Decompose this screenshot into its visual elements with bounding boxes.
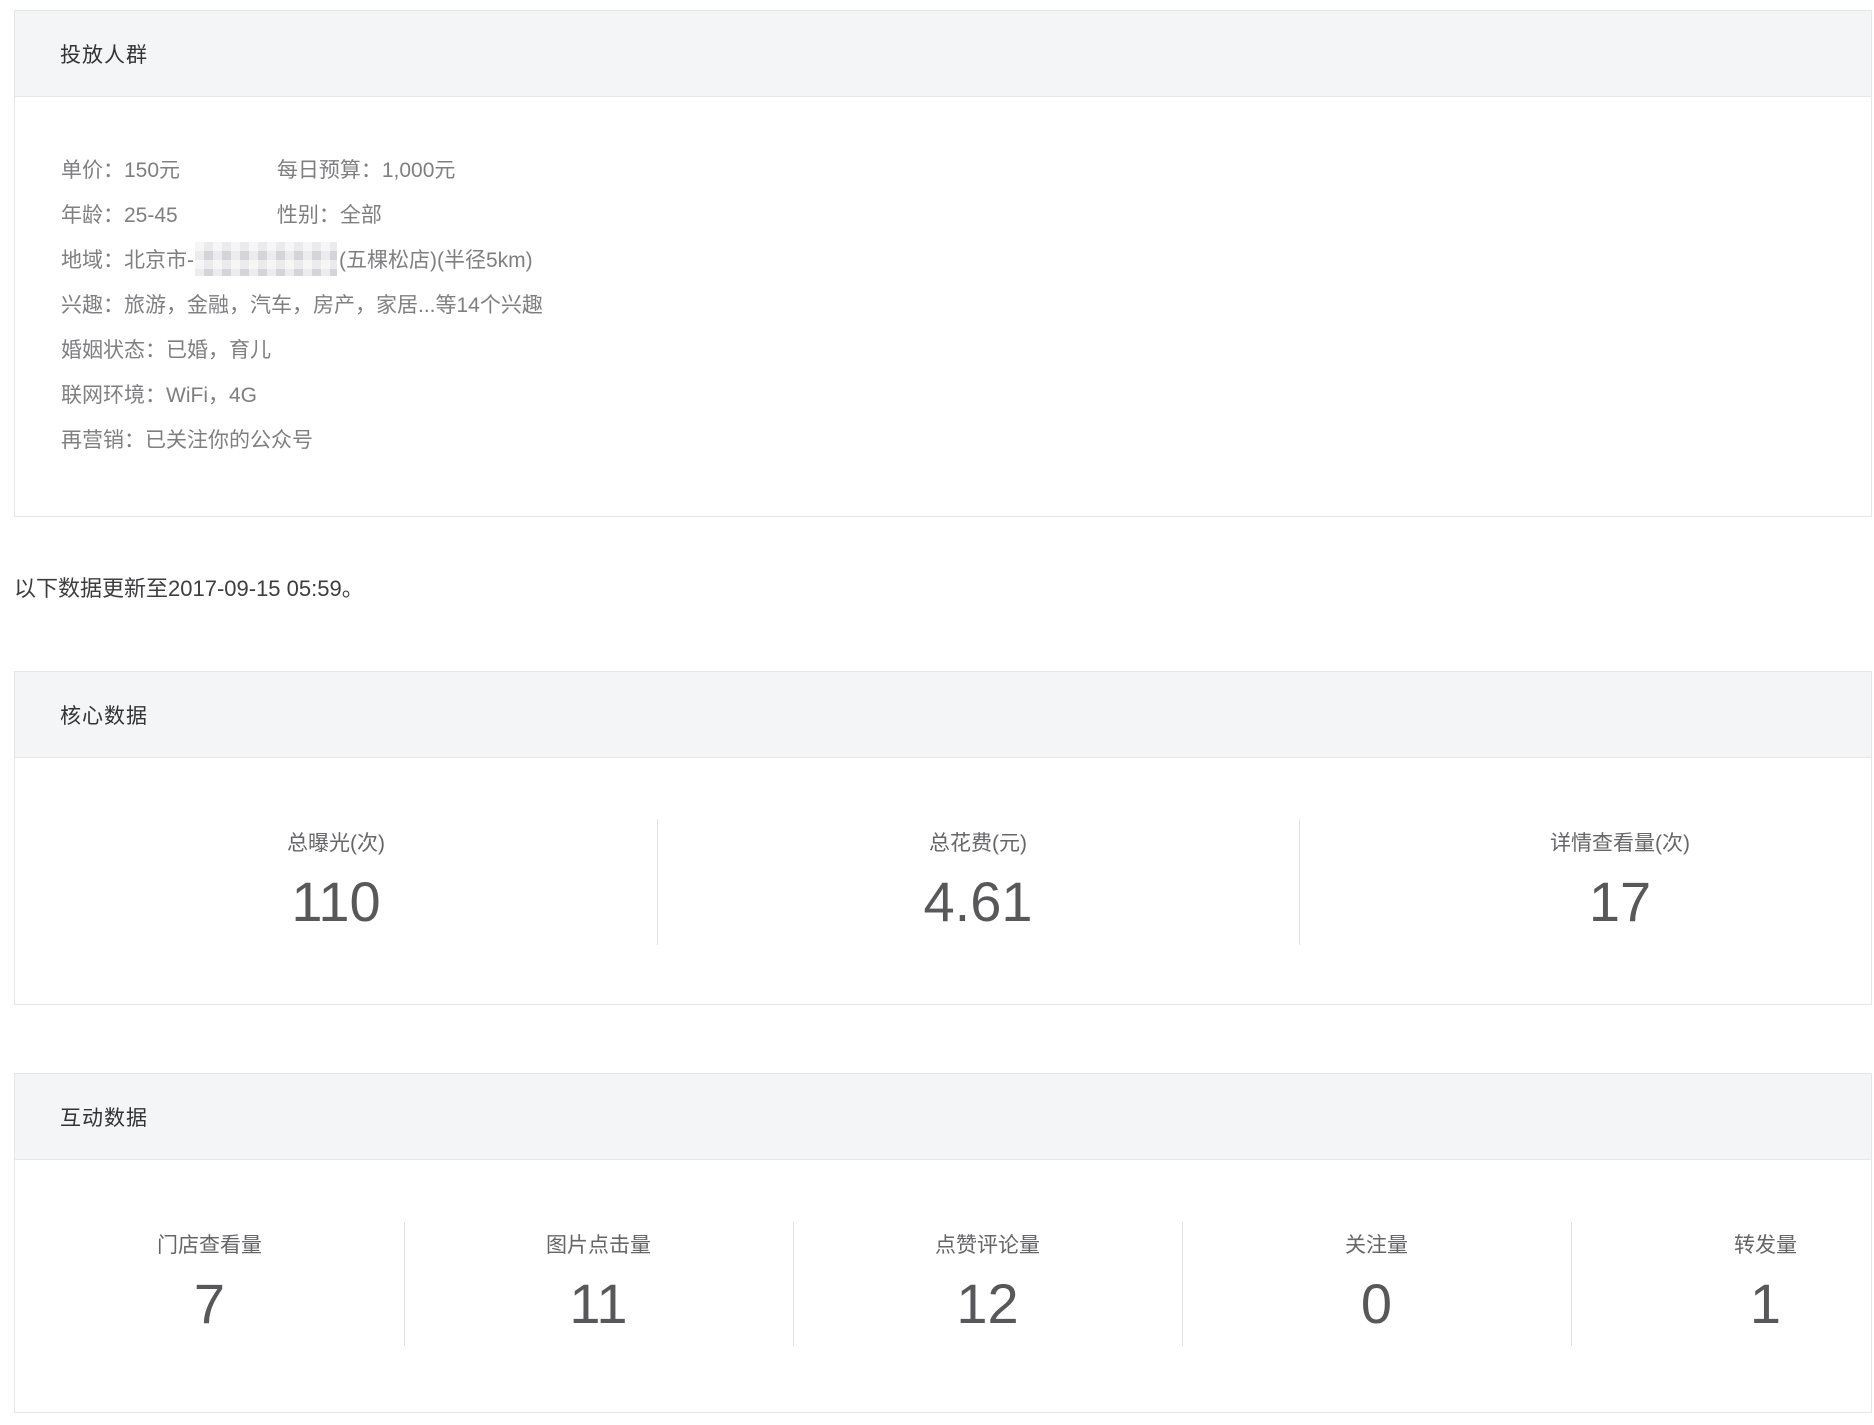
data-update-notice: 以下数据更新至2017-09-15 05:59。 — [14, 576, 364, 601]
audience-gender: 性别：全部 — [276, 204, 382, 227]
metric-value: 110 — [291, 870, 381, 933]
metric-detail-views: 详情查看量(次) 17 — [1299, 758, 1871, 933]
metric-label: 图片点击量 — [546, 1234, 651, 1257]
interaction-data-panel: 互动数据 门店查看量 7 图片点击量 11 点赞评论量 12 关注量 0 转发量… — [14, 1073, 1872, 1413]
metric-value: 1 — [1749, 1272, 1782, 1335]
audience-panel-header: 投放人群 — [15, 11, 1871, 97]
metric-value: 0 — [1360, 1272, 1393, 1335]
metric-label: 关注量 — [1345, 1234, 1408, 1257]
core-data-panel-body: 总曝光(次) 110 总花费(元) 4.61 详情查看量(次) 17 — [15, 758, 1871, 933]
metric-shares: 转发量 1 — [1571, 1160, 1871, 1335]
metric-store-views: 门店查看量 7 — [15, 1160, 404, 1335]
interaction-data-panel-title: 互动数据 — [60, 1106, 148, 1130]
audience-network-env: 联网环境：WiFi，4G — [61, 384, 257, 407]
vertical-divider — [793, 1222, 794, 1346]
censored-mosaic-block — [195, 242, 337, 276]
metric-image-clicks: 图片点击量 11 — [404, 1160, 793, 1335]
audience-daily-budget: 每日预算：1,000元 — [276, 159, 456, 182]
audience-interests: 兴趣：旅游，金融，汽车，房产，家居...等14个兴趣 — [61, 294, 543, 317]
core-data-panel-title: 核心数据 — [60, 704, 148, 728]
metric-label: 转发量 — [1734, 1234, 1797, 1257]
vertical-divider — [657, 819, 658, 945]
metric-follows: 关注量 0 — [1182, 1160, 1571, 1335]
core-data-panel-header: 核心数据 — [15, 672, 1871, 758]
audience-remarketing: 再营销：已关注你的公众号 — [61, 429, 313, 452]
metric-like-comments: 点赞评论量 12 — [793, 1160, 1182, 1335]
audience-panel-title: 投放人群 — [60, 43, 148, 67]
interaction-data-panel-body: 门店查看量 7 图片点击量 11 点赞评论量 12 关注量 0 转发量 1 — [15, 1160, 1871, 1335]
audience-row-age-gender: 年龄：25-45 性别：全部 — [61, 193, 1871, 238]
metric-total-exposure: 总曝光(次) 110 — [15, 758, 657, 933]
metric-value: 4.61 — [923, 870, 1033, 933]
metric-label: 点赞评论量 — [935, 1234, 1040, 1257]
audience-row-network: 联网环境：WiFi，4G — [61, 373, 1871, 418]
metric-value: 7 — [193, 1272, 226, 1335]
audience-row-marital: 婚姻状态：已婚，育儿 — [61, 328, 1871, 373]
vertical-divider — [404, 1222, 405, 1346]
interaction-metrics-row: 门店查看量 7 图片点击量 11 点赞评论量 12 关注量 0 转发量 1 — [15, 1160, 1871, 1335]
metric-label: 总曝光(次) — [287, 832, 385, 855]
vertical-divider — [1571, 1222, 1572, 1346]
audience-row-region: 地域：北京市- (五棵松店)(半径5km) — [61, 238, 1871, 283]
vertical-divider — [1182, 1222, 1183, 1346]
metric-label: 总花费(元) — [929, 832, 1027, 855]
audience-region-suffix: (五棵松店)(半径5km) — [339, 249, 533, 272]
metric-label: 详情查看量(次) — [1550, 832, 1690, 855]
vertical-divider — [1299, 819, 1300, 945]
audience-panel: 投放人群 单价：150元 每日预算：1,000元 年龄：25-45 性别：全部 … — [14, 10, 1872, 517]
metric-label: 门店查看量 — [157, 1234, 262, 1257]
metric-value: 11 — [569, 1272, 628, 1335]
audience-region-prefix: 地域：北京市- — [61, 249, 194, 272]
metric-total-spend: 总花费(元) 4.61 — [657, 758, 1299, 933]
audience-row-remarketing: 再营销：已关注你的公众号 — [61, 418, 1871, 463]
core-data-panel: 核心数据 总曝光(次) 110 总花费(元) 4.61 详情查看量(次) 17 — [14, 671, 1872, 1005]
audience-marital-status: 婚姻状态：已婚，育儿 — [61, 339, 271, 362]
metric-value: 12 — [956, 1272, 1019, 1335]
audience-row-price-budget: 单价：150元 每日预算：1,000元 — [61, 148, 1871, 193]
audience-panel-body: 单价：150元 每日预算：1,000元 年龄：25-45 性别：全部 地域：北京… — [15, 97, 1871, 463]
audience-unit-price: 单价：150元 — [61, 159, 181, 182]
metric-value: 17 — [1588, 870, 1652, 933]
interaction-data-panel-header: 互动数据 — [15, 1074, 1871, 1160]
audience-row-interests: 兴趣：旅游，金融，汽车，房产，家居...等14个兴趣 — [61, 283, 1871, 328]
audience-age: 年龄：25-45 — [61, 204, 178, 227]
core-metrics-row: 总曝光(次) 110 总花费(元) 4.61 详情查看量(次) 17 — [15, 758, 1871, 933]
